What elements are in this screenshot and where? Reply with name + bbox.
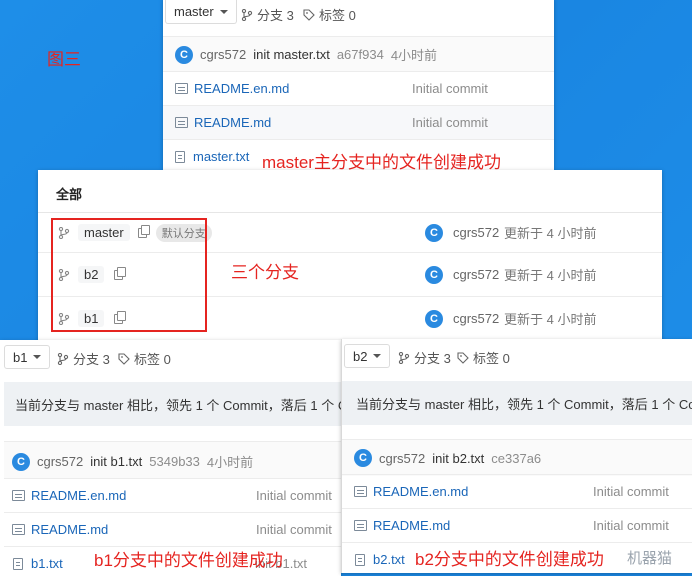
commit-hash[interactable]: ce337a6 bbox=[491, 451, 541, 466]
compare-text: 当前分支与 master 相比，领先 1 个 Commit，落后 1 个 Co bbox=[15, 397, 341, 413]
file-commit[interactable]: Initial commit bbox=[256, 522, 332, 537]
master-repo-panel: master 分支 3 标签 0 C cgrs572 init master.t… bbox=[163, 0, 554, 170]
avatar[interactable]: C bbox=[425, 265, 443, 284]
branches-count: 分支 3 bbox=[73, 352, 110, 367]
tags-link[interactable]: 标签 0 bbox=[118, 349, 171, 368]
file-name[interactable]: README.md bbox=[194, 115, 412, 130]
branches-link[interactable]: 分支 3 bbox=[241, 5, 294, 24]
file-name[interactable]: README.en.md bbox=[194, 81, 412, 96]
commit-message[interactable]: init b2.txt bbox=[432, 451, 484, 466]
branch-select[interactable]: b2 bbox=[344, 344, 391, 368]
text-file-icon bbox=[355, 553, 365, 566]
branches-count: 分支 3 bbox=[414, 351, 451, 366]
branches-count: 分支 3 bbox=[257, 8, 294, 23]
file-name[interactable]: README.md bbox=[31, 522, 256, 537]
branch-select-label: master bbox=[174, 4, 214, 19]
file-commit[interactable]: Initial commit bbox=[256, 488, 332, 503]
branch-icon bbox=[57, 352, 69, 365]
branches-highlight-box bbox=[51, 218, 207, 332]
file-commit[interactable]: Initial commit bbox=[593, 518, 669, 533]
three-branches-annotation: 三个分支 bbox=[231, 263, 299, 282]
watermark: 机器猫 bbox=[627, 550, 673, 567]
file-icon bbox=[354, 486, 367, 497]
avatar[interactable]: C bbox=[175, 45, 193, 64]
commit-author[interactable]: cgrs572 bbox=[200, 47, 246, 62]
branch-select[interactable]: master bbox=[165, 0, 237, 24]
branch-compare-bar: 当前分支与 master 相比，领先 1 个 Commit，落后 1 个 Com… bbox=[342, 381, 692, 425]
file-icon bbox=[175, 83, 188, 94]
commit-author[interactable]: cgrs572 bbox=[379, 451, 425, 466]
b2-success-annotation: b2分支中的文件创建成功 bbox=[415, 550, 604, 569]
file-icon bbox=[12, 524, 25, 535]
avatar[interactable]: C bbox=[354, 449, 372, 467]
latest-commit: C cgrs572 init b1.txt 5349b33 4小时前 bbox=[12, 452, 253, 471]
file-icon bbox=[175, 117, 188, 128]
tags-link[interactable]: 标签 0 bbox=[457, 348, 510, 367]
file-row[interactable]: README.md Initial commit bbox=[342, 508, 692, 542]
branch-select-label: b2 bbox=[353, 348, 368, 364]
commit-time: 4小时前 bbox=[206, 455, 254, 470]
chevron-down-icon bbox=[33, 355, 42, 359]
commit-author[interactable]: cgrs572 bbox=[37, 454, 83, 469]
file-row[interactable]: README.md Initial commit bbox=[4, 512, 341, 546]
file-row[interactable]: README.en.md Initial commit bbox=[163, 71, 554, 105]
branch-compare-bar: 当前分支与 master 相比，领先 1 个 Commit，落后 1 个 Co bbox=[4, 382, 341, 426]
commit-hash[interactable]: 5349b33 bbox=[149, 454, 200, 469]
branch-author[interactable]: cgrs572 bbox=[453, 311, 499, 326]
b1-repo-panel: b1 分支 3 标签 0 当前分支与 master 相比，领先 1 个 Comm… bbox=[0, 340, 341, 576]
file-icon bbox=[354, 520, 367, 531]
avatar[interactable]: C bbox=[12, 452, 30, 471]
avatar[interactable]: C bbox=[425, 223, 443, 242]
branch-updated: 更新于 4 小时前 bbox=[504, 312, 597, 327]
avatar[interactable]: C bbox=[425, 309, 443, 328]
file-commit[interactable]: Initial commit bbox=[412, 115, 488, 130]
branches-link[interactable]: 分支 3 bbox=[57, 349, 110, 368]
branch-updated: 更新于 4 小时前 bbox=[504, 226, 597, 241]
commit-message[interactable]: init master.txt bbox=[253, 47, 330, 62]
tag-icon bbox=[303, 8, 315, 21]
tag-icon bbox=[118, 352, 130, 365]
file-name[interactable]: README.en.md bbox=[373, 484, 593, 499]
file-name[interactable]: b2.txt bbox=[373, 552, 405, 567]
commit-time: 4小时前 bbox=[390, 48, 438, 63]
branch-select[interactable]: b1 bbox=[4, 345, 51, 369]
branch-author[interactable]: cgrs572 bbox=[453, 225, 499, 240]
b1-success-annotation: b1分支中的文件创建成功 bbox=[94, 551, 283, 570]
file-row[interactable]: README.en.md Initial commit bbox=[4, 478, 341, 512]
tags-count: 标签 0 bbox=[473, 351, 510, 366]
file-name[interactable]: master.txt bbox=[193, 149, 249, 164]
branch-author[interactable]: cgrs572 bbox=[453, 267, 499, 282]
branches-header: 全部 bbox=[56, 187, 83, 202]
file-commit[interactable]: Initial commit bbox=[412, 81, 488, 96]
chevron-down-icon bbox=[373, 354, 382, 358]
file-icon bbox=[12, 490, 25, 501]
compare-text: 当前分支与 master 相比，领先 1 个 Commit，落后 1 个 Com… bbox=[356, 396, 692, 412]
tags-count: 标签 0 bbox=[134, 352, 171, 367]
tag-icon bbox=[457, 351, 469, 364]
chevron-down-icon bbox=[219, 9, 228, 14]
file-row[interactable]: README.en.md Initial commit bbox=[342, 474, 692, 508]
latest-commit: C cgrs572 init master.txt a67f934 4小时前 bbox=[175, 45, 437, 64]
tags-count: 标签 0 bbox=[319, 8, 356, 23]
commit-message[interactable]: init b1.txt bbox=[90, 454, 142, 469]
file-name[interactable]: README.md bbox=[373, 518, 593, 533]
text-file-icon bbox=[13, 557, 23, 570]
branch-icon bbox=[241, 8, 253, 21]
branch-icon bbox=[398, 351, 410, 364]
tags-link[interactable]: 标签 0 bbox=[303, 5, 356, 24]
branches-link[interactable]: 分支 3 bbox=[398, 348, 451, 367]
file-commit[interactable]: Initial commit bbox=[593, 484, 669, 499]
figure-label: 图三 bbox=[47, 50, 81, 69]
latest-commit: C cgrs572 init b2.txt ce337a6 bbox=[354, 449, 541, 467]
file-name[interactable]: README.en.md bbox=[31, 488, 256, 503]
commit-hash[interactable]: a67f934 bbox=[337, 47, 384, 62]
text-file-icon bbox=[175, 150, 185, 163]
branch-select-label: b1 bbox=[13, 349, 28, 365]
b2-repo-panel: b2 分支 3 标签 0 当前分支与 master 相比，领先 1 个 Comm… bbox=[341, 339, 692, 573]
branch-updated: 更新于 4 小时前 bbox=[504, 268, 597, 283]
file-row[interactable]: README.md Initial commit bbox=[163, 105, 554, 139]
